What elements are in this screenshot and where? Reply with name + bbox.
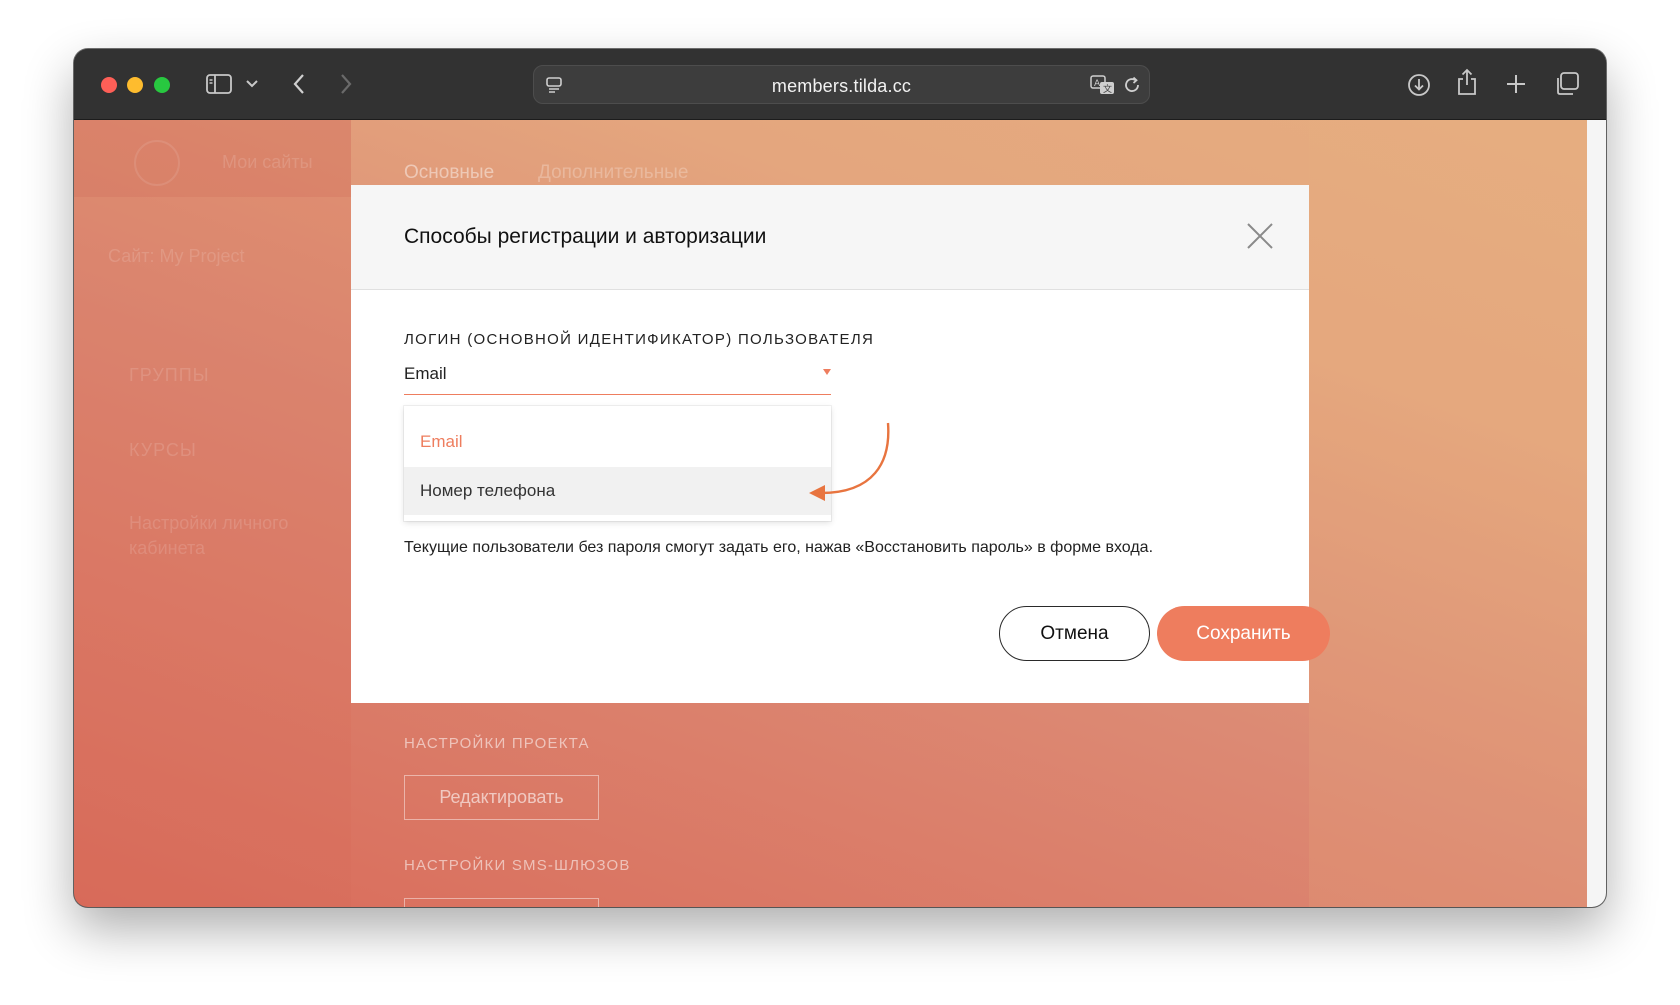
url-text: members.tilda.cc bbox=[771, 76, 912, 96]
tab-main[interactable]: Основные bbox=[404, 162, 494, 184]
cancel-button[interactable]: Отмена bbox=[999, 606, 1150, 661]
modal-header: Способы регистрации и авторизации bbox=[351, 185, 1309, 290]
password-hint-text: Текущие пользователи без пароля смогут з… bbox=[404, 539, 1154, 556]
annotation-arrow-icon bbox=[809, 422, 890, 501]
project-settings-label: НАСТРОЙКИ ПРОЕКТА bbox=[404, 735, 590, 752]
login-identifier-select[interactable]: Email bbox=[404, 361, 831, 395]
sidebar-item-cabinet-settings[interactable]: Настройки личного кабинета bbox=[129, 511, 319, 561]
login-options-dropdown: Email Номер телефона bbox=[404, 406, 831, 521]
translate-icon[interactable]: A文 bbox=[1089, 73, 1117, 97]
page-content: Мои сайты Сайт: My Project Группы Курсы … bbox=[74, 120, 1587, 907]
edit-project-button[interactable]: Редактировать bbox=[404, 775, 599, 820]
close-window-button[interactable] bbox=[101, 77, 117, 93]
zoom-window-button[interactable] bbox=[154, 77, 170, 93]
minimize-window-button[interactable] bbox=[127, 77, 143, 93]
modal-title: Способы регистрации и авторизации bbox=[404, 225, 767, 248]
sidebar-logo-text: Мои сайты bbox=[222, 152, 313, 172]
download-icon[interactable] bbox=[1405, 71, 1433, 99]
svg-text:文: 文 bbox=[1103, 83, 1112, 95]
background-right-panel bbox=[1309, 120, 1587, 907]
scrollbar-gutter[interactable] bbox=[1587, 120, 1606, 907]
option-email[interactable]: Email bbox=[404, 418, 831, 466]
sms-gateway-button[interactable] bbox=[404, 898, 599, 907]
sidebar-item-courses[interactable]: Курсы bbox=[129, 440, 197, 461]
new-tab-icon[interactable] bbox=[1504, 72, 1528, 96]
tilda-logo-icon bbox=[134, 140, 180, 186]
login-field-label: ЛОГИН (ОСНОВНОЙ ИДЕНТИФИКАТОР) ПОЛЬЗОВАТ… bbox=[404, 331, 875, 348]
address-bar[interactable]: members.tilda.cc A文 bbox=[533, 65, 1150, 104]
share-icon[interactable] bbox=[1454, 67, 1480, 97]
auth-methods-modal: Способы регистрации и авторизации ЛОГИН … bbox=[351, 185, 1330, 703]
caret-down-icon bbox=[823, 369, 831, 375]
sidebar-project-title: Сайт: My Project bbox=[108, 246, 245, 266]
chevron-down-icon[interactable] bbox=[244, 77, 260, 91]
sidebar-icon[interactable] bbox=[204, 72, 234, 96]
browser-window: members.tilda.cc A文 Мои сайты Сайт: My P… bbox=[74, 49, 1606, 907]
reload-icon[interactable] bbox=[1121, 74, 1143, 96]
close-icon[interactable] bbox=[1245, 221, 1275, 251]
forward-icon[interactable] bbox=[335, 71, 357, 97]
option-phone-number[interactable]: Номер телефона bbox=[404, 467, 831, 515]
sms-gateway-settings-label: НАСТРОЙКИ SMS-ШЛЮЗОВ bbox=[404, 857, 631, 874]
tab-additional[interactable]: Дополнительные bbox=[538, 162, 688, 184]
tab-overview-icon[interactable] bbox=[1553, 71, 1581, 97]
save-button[interactable]: Сохранить bbox=[1157, 606, 1330, 661]
sidebar-item-groups[interactable]: Группы bbox=[129, 365, 210, 386]
browser-toolbar: members.tilda.cc A文 bbox=[74, 49, 1606, 120]
select-value: Email bbox=[404, 364, 447, 383]
svg-text:A: A bbox=[1094, 79, 1101, 89]
back-icon[interactable] bbox=[288, 71, 310, 97]
